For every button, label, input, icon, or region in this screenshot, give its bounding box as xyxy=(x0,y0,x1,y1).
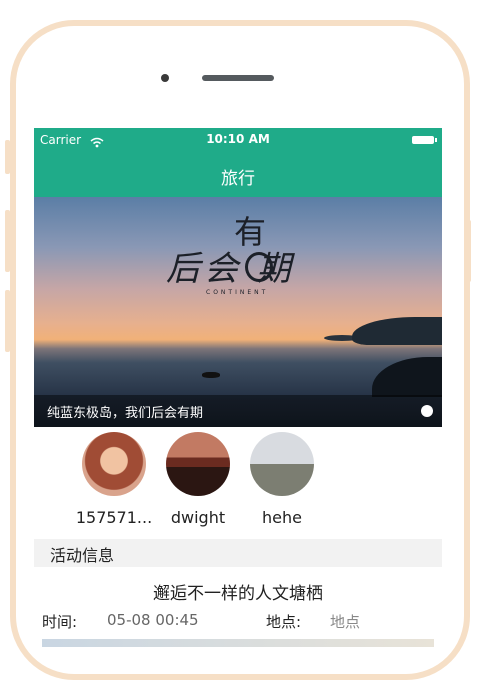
volume-down-button xyxy=(5,290,10,352)
section-title: 活动信息 xyxy=(50,546,115,565)
avatar xyxy=(250,432,314,496)
banner-logo-sub: CONTINENT xyxy=(206,289,269,296)
member-name: 157571... xyxy=(75,508,153,527)
banner-caption: 纯蓝东极岛，我们后会有期 xyxy=(47,406,204,421)
mute-switch xyxy=(5,140,10,174)
banner-caption-bar: 纯蓝东极岛，我们后会有期 xyxy=(34,395,442,427)
power-button xyxy=(466,220,471,282)
status-time: 10:10 AM xyxy=(206,132,270,146)
avatar xyxy=(82,432,146,496)
logo-scribble xyxy=(245,252,273,282)
member-list: 157571... dwight hehe xyxy=(34,427,442,539)
navigation-bar: Carrier 10:10 AM 旅行 xyxy=(34,128,442,197)
page-title: 旅行 xyxy=(221,169,255,189)
member-name: hehe xyxy=(262,508,302,527)
page-indicator-dot[interactable] xyxy=(421,405,433,417)
location-value: 地点 xyxy=(330,613,361,631)
member-name: dwight xyxy=(170,508,226,527)
time-value: 05-08 00:45 xyxy=(107,611,199,629)
activity-title: 邂逅不一样的人文塘栖 xyxy=(153,584,323,604)
activity-card[interactable]: 邂逅不一样的人文塘栖 时间: 05-08 00:45 地点: 地点 xyxy=(34,567,442,647)
section-header: 活动信息 xyxy=(34,539,442,567)
banner-logo-main: 后会 期 xyxy=(166,249,295,289)
shore-rock xyxy=(372,357,442,397)
location-label: 地点: xyxy=(266,613,302,631)
member-item[interactable]: 157571... xyxy=(74,432,154,527)
time-label: 时间: xyxy=(42,613,78,631)
front-camera xyxy=(161,74,169,82)
volume-up-button xyxy=(5,210,10,272)
banner-carousel[interactable]: 有 后会 期 CONTINENT 纯蓝东极岛，我们后会有期 xyxy=(34,197,442,427)
member-item[interactable]: dwight xyxy=(158,432,238,527)
member-item[interactable]: hehe xyxy=(242,432,322,527)
battery-icon xyxy=(412,136,437,144)
activity-image xyxy=(42,639,434,647)
avatar xyxy=(166,432,230,496)
sea-rock xyxy=(202,372,220,378)
island-silhouette xyxy=(352,317,442,345)
app-screen: Carrier 10:10 AM 旅行 有 后会 期 CONTINENT 纯蓝东… xyxy=(34,128,442,647)
earpiece-speaker xyxy=(202,75,274,81)
